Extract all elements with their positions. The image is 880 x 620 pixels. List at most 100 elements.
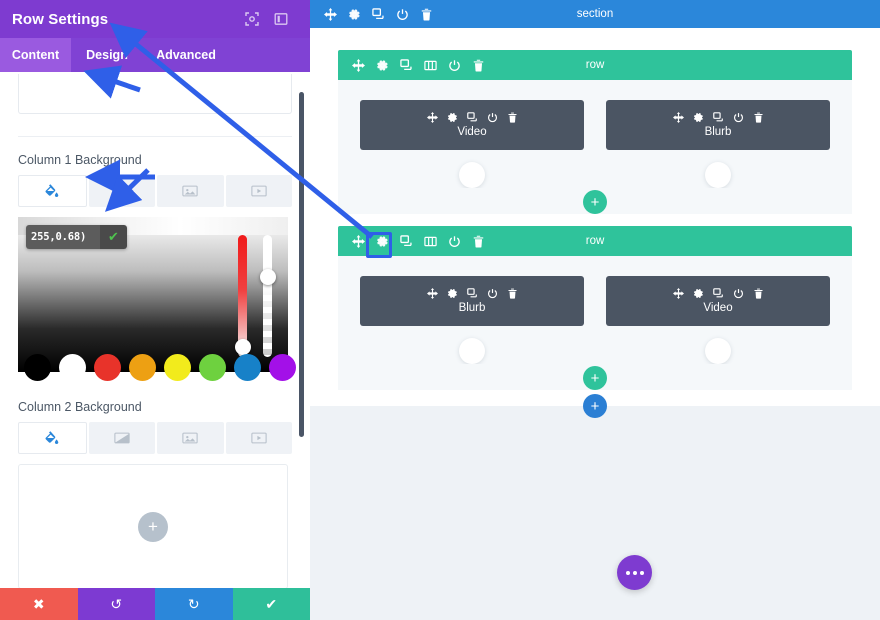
row-settings-panel: Row Settings Content Design Advanced Col… — [0, 0, 310, 620]
module-move-icon[interactable] — [426, 288, 438, 299]
dot-icon — [625, 570, 630, 575]
column1-background-color-tab[interactable] — [18, 175, 87, 207]
module-power-icon[interactable] — [733, 288, 744, 299]
builder-canvas: section row Video Blurb + row Blurb Vide… — [310, 0, 880, 620]
module-label: Blurb — [458, 302, 486, 314]
add-row-button-2[interactable]: + — [583, 366, 607, 390]
module-gear-icon[interactable] — [693, 288, 704, 299]
column2-background-image-tab[interactable] — [157, 422, 224, 454]
module-power-icon[interactable] — [487, 288, 498, 299]
add-section-button[interactable]: + — [583, 394, 607, 418]
tab-advanced[interactable]: Advanced — [143, 38, 229, 72]
preset-swatches — [18, 342, 296, 381]
section-duplicate-icon[interactable] — [372, 7, 385, 21]
row-move-icon[interactable] — [352, 58, 365, 72]
column2-background-video-tab[interactable] — [225, 422, 292, 454]
column2-background-color-tab[interactable] — [18, 422, 87, 454]
row-columns-icon[interactable] — [424, 235, 437, 248]
row-duplicate-icon[interactable] — [400, 58, 413, 72]
picker-sliders — [234, 235, 276, 357]
swatch-black[interactable] — [24, 354, 51, 381]
module-label: Blurb — [704, 126, 732, 138]
row-2-column-1: Blurb — [360, 276, 584, 364]
row-trash-icon[interactable] — [472, 235, 485, 248]
divider — [18, 136, 292, 137]
section-power-icon[interactable] — [396, 8, 409, 21]
color-confirm-button[interactable]: ✔ — [100, 225, 127, 249]
module-trash-icon[interactable] — [507, 288, 518, 299]
module-blurb-1[interactable]: Blurb — [606, 100, 830, 150]
module-add-placeholder[interactable] — [459, 338, 485, 364]
module-duplicate-icon[interactable] — [466, 112, 478, 123]
row-move-icon[interactable] — [352, 234, 365, 248]
column1-background-video-tab[interactable] — [225, 175, 292, 207]
row-gear-icon[interactable] — [376, 59, 389, 72]
save-button[interactable]: ✔ — [232, 588, 310, 620]
builder-menu-fab[interactable] — [617, 555, 652, 590]
swatch-orange[interactable] — [129, 354, 156, 381]
section-move-icon[interactable] — [324, 7, 337, 21]
module-trash-icon[interactable] — [507, 112, 518, 123]
alpha-slider[interactable] — [259, 235, 276, 357]
module-move-icon[interactable] — [672, 112, 684, 123]
row-2-toolbar-icons — [338, 234, 485, 248]
panel-scrollbar[interactable] — [299, 92, 304, 437]
module-add-placeholder[interactable] — [459, 162, 485, 188]
module-toolbar-icons — [426, 112, 518, 123]
module-video-2[interactable]: Video — [606, 276, 830, 326]
module-move-icon[interactable] — [672, 288, 684, 299]
module-trash-icon[interactable] — [753, 112, 764, 123]
module-video-1[interactable]: Video — [360, 100, 584, 150]
module-trash-icon[interactable] — [753, 288, 764, 299]
module-duplicate-icon[interactable] — [712, 112, 724, 123]
fullscreen-icon[interactable] — [244, 12, 259, 27]
section-trash-icon[interactable] — [420, 8, 433, 21]
screen-root: Row Settings Content Design Advanced Col… — [0, 0, 880, 620]
row-1-toolbar-icons — [338, 58, 485, 72]
module-move-icon[interactable] — [426, 112, 438, 123]
color-value-input[interactable] — [26, 225, 100, 249]
module-power-icon[interactable] — [487, 112, 498, 123]
swatch-green[interactable] — [199, 354, 226, 381]
section-toolbar: section — [310, 0, 880, 28]
row-columns-icon[interactable] — [424, 59, 437, 72]
column1-background-gradient-tab[interactable] — [88, 175, 155, 207]
swatch-red[interactable] — [94, 354, 121, 381]
section-gear-icon[interactable] — [348, 8, 361, 21]
column2-background-gradient-tab[interactable] — [88, 422, 155, 454]
swatch-yellow[interactable] — [164, 354, 191, 381]
column1-background-tabs — [18, 175, 292, 207]
module-toolbar-icons — [672, 288, 764, 299]
alpha-slider-knob[interactable] — [259, 269, 276, 285]
module-add-placeholder[interactable] — [705, 162, 731, 188]
module-gear-icon[interactable] — [447, 112, 458, 123]
row-2-toolbar: row — [338, 226, 852, 256]
module-gear-icon[interactable] — [693, 112, 704, 123]
column1-background-image-tab[interactable] — [157, 175, 224, 207]
tab-content[interactable]: Content — [0, 38, 71, 72]
redo-button[interactable]: ↻ — [155, 588, 233, 620]
module-gear-icon[interactable] — [447, 288, 458, 299]
module-duplicate-icon[interactable] — [712, 288, 724, 299]
cancel-button[interactable]: ✖ — [0, 588, 78, 620]
row-duplicate-icon[interactable] — [400, 234, 413, 248]
undo-button[interactable]: ↺ — [77, 588, 155, 620]
color-value-field-group: ✔ — [26, 225, 127, 249]
add-row-button-1[interactable]: + — [583, 190, 607, 214]
row-power-icon[interactable] — [448, 235, 461, 248]
module-power-icon[interactable] — [733, 112, 744, 123]
column2-background-empty-area[interactable]: + — [18, 464, 288, 588]
column2-add-background-button[interactable]: + — [138, 511, 168, 542]
module-blurb-2[interactable]: Blurb — [360, 276, 584, 326]
module-add-placeholder[interactable] — [705, 338, 731, 364]
hue-slider[interactable] — [234, 235, 251, 357]
row-trash-icon[interactable] — [472, 59, 485, 72]
tab-design[interactable]: Design — [71, 38, 143, 72]
swatch-white[interactable] — [59, 354, 86, 381]
swatch-purple[interactable] — [269, 354, 296, 381]
module-label: Video — [457, 126, 487, 138]
module-duplicate-icon[interactable] — [466, 288, 478, 299]
layout-panel-icon[interactable] — [273, 12, 288, 27]
row-power-icon[interactable] — [448, 59, 461, 72]
swatch-blue[interactable] — [234, 354, 261, 381]
